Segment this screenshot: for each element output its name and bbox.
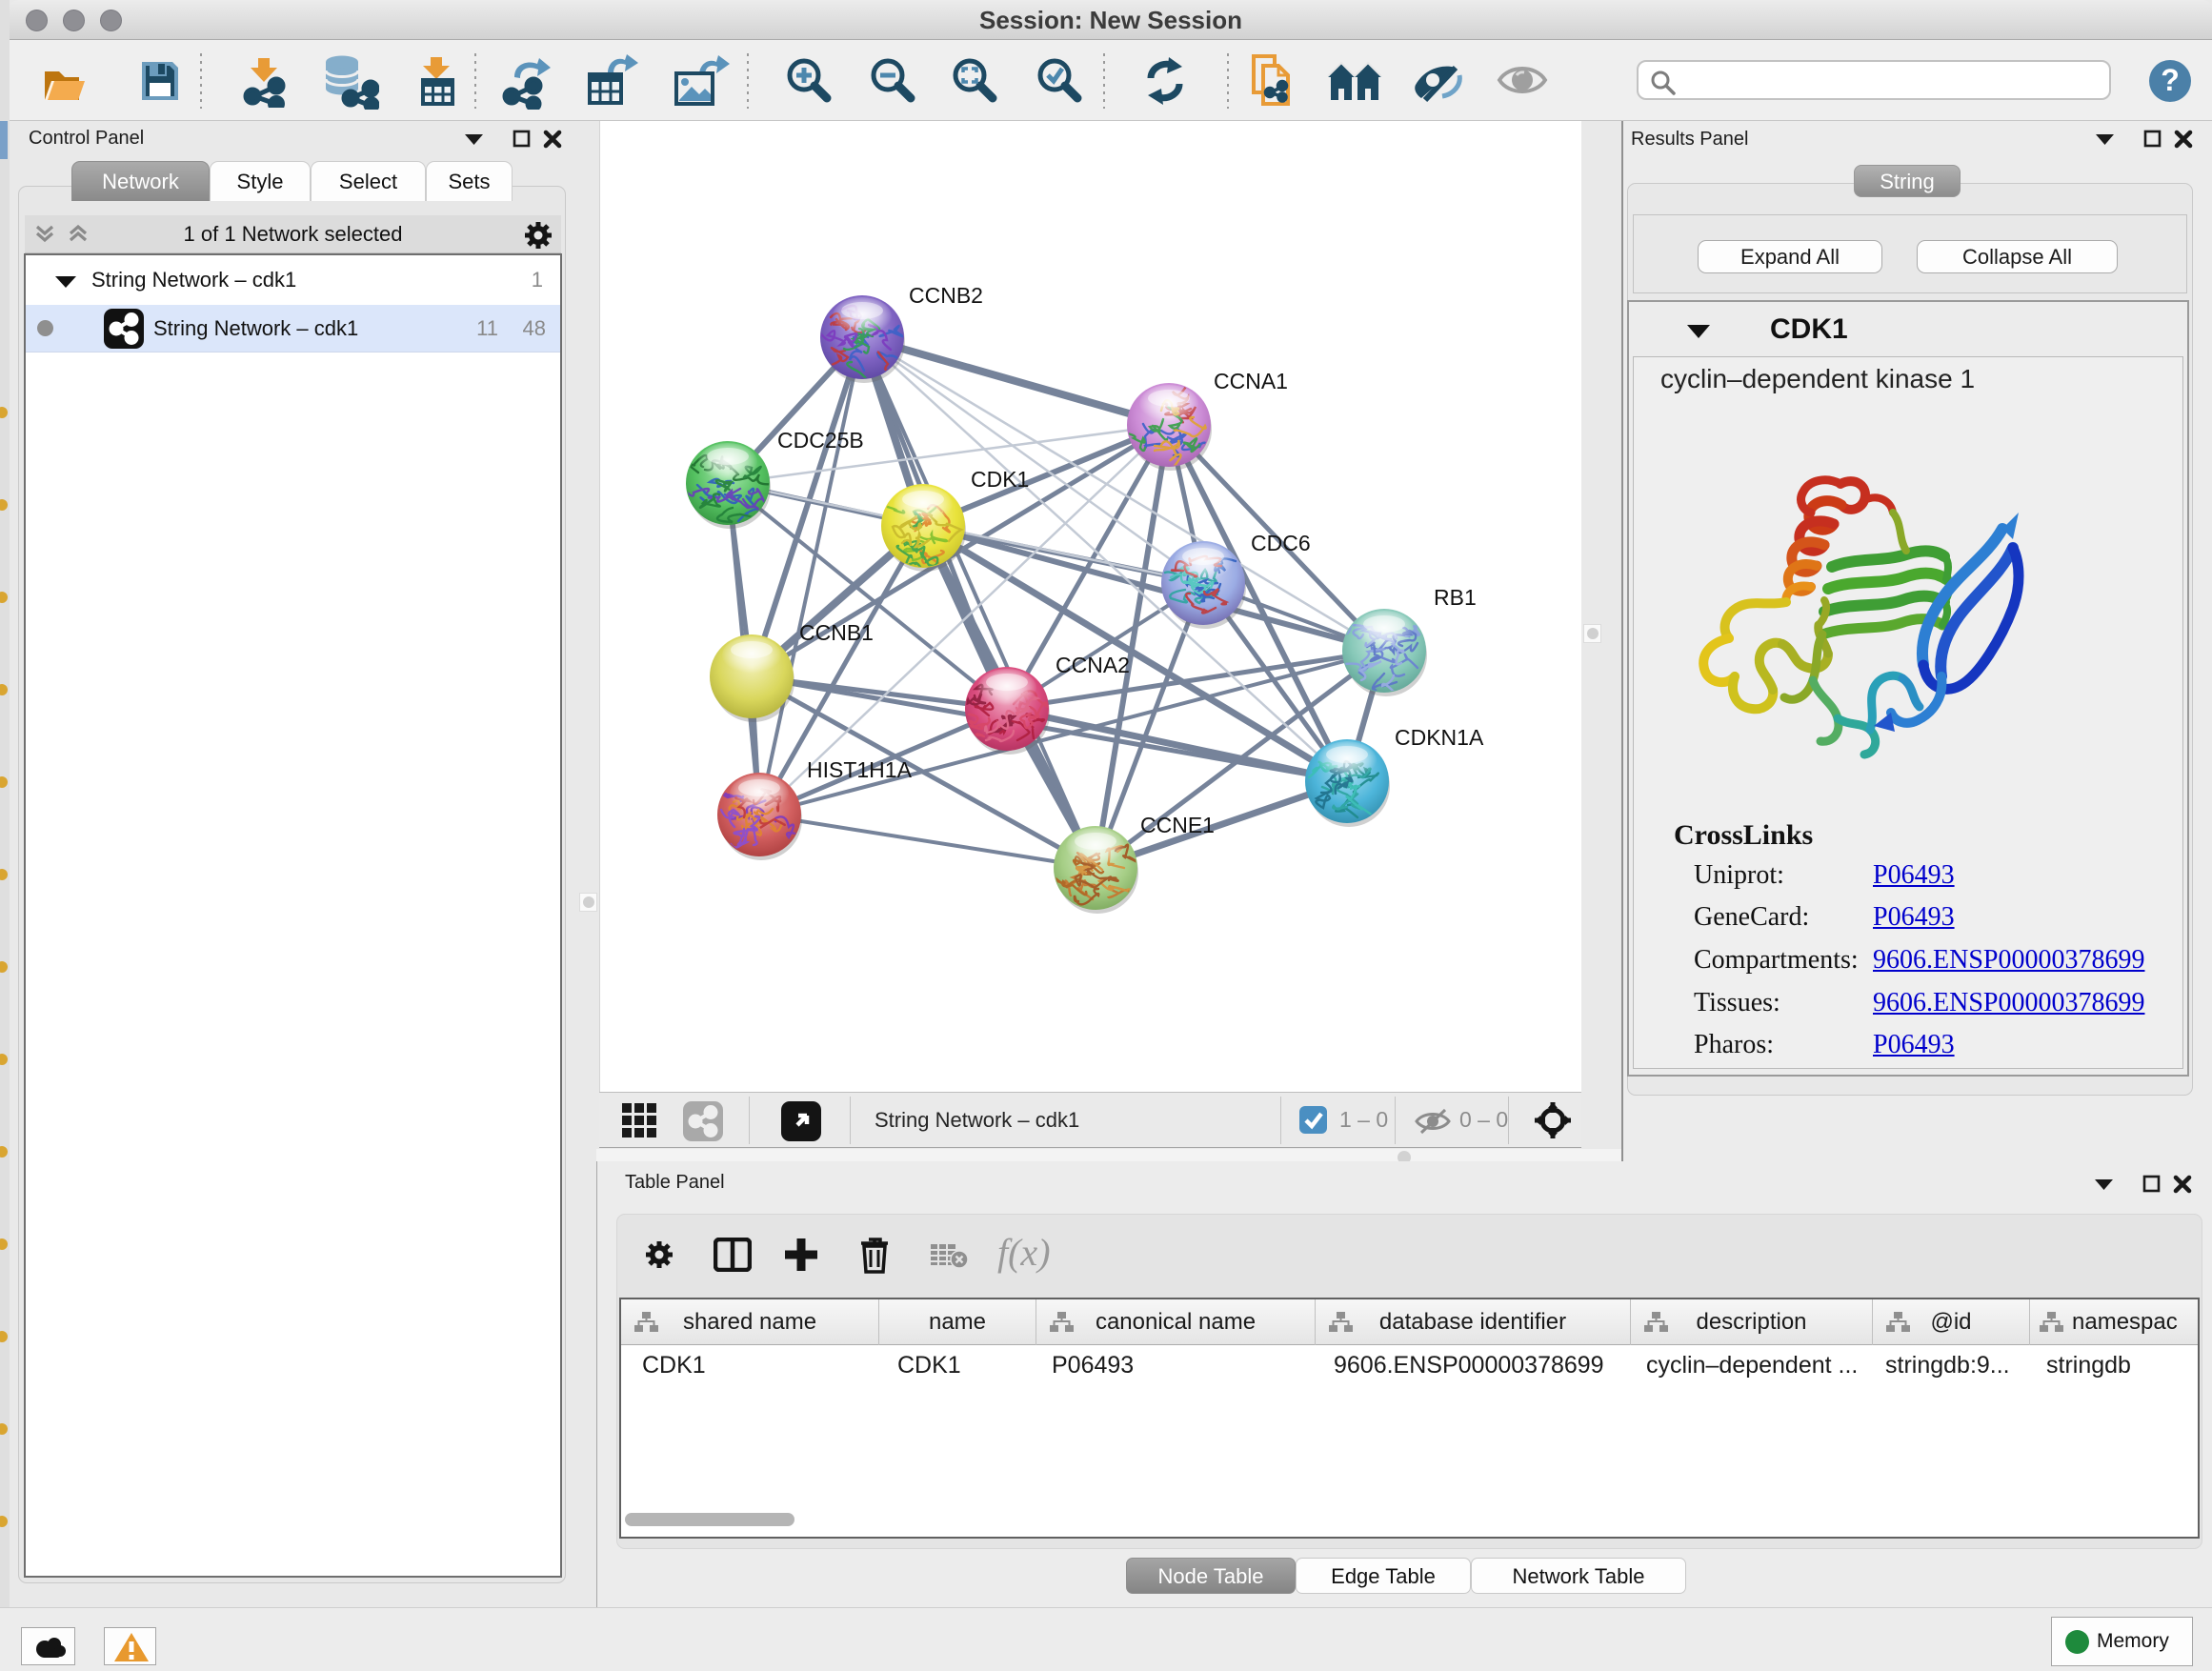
svg-text:CDC6: CDC6 xyxy=(1251,531,1311,555)
svg-text:CDKN1A: CDKN1A xyxy=(1395,725,1484,750)
svg-text:CCNE1: CCNE1 xyxy=(1140,813,1215,837)
svg-text:CCNB2: CCNB2 xyxy=(909,283,983,308)
svg-text:CDK1: CDK1 xyxy=(971,467,1029,492)
svg-text:CCNB1: CCNB1 xyxy=(799,620,874,645)
svg-text:RB1: RB1 xyxy=(1434,585,1477,610)
svg-text:?: ? xyxy=(2161,63,2180,97)
svg-text:CCNA2: CCNA2 xyxy=(1056,653,1130,677)
svg-text:CDC25B: CDC25B xyxy=(777,428,864,453)
svg-text:CCNA1: CCNA1 xyxy=(1214,369,1288,393)
svg-text:HIST1H1A: HIST1H1A xyxy=(807,757,913,782)
